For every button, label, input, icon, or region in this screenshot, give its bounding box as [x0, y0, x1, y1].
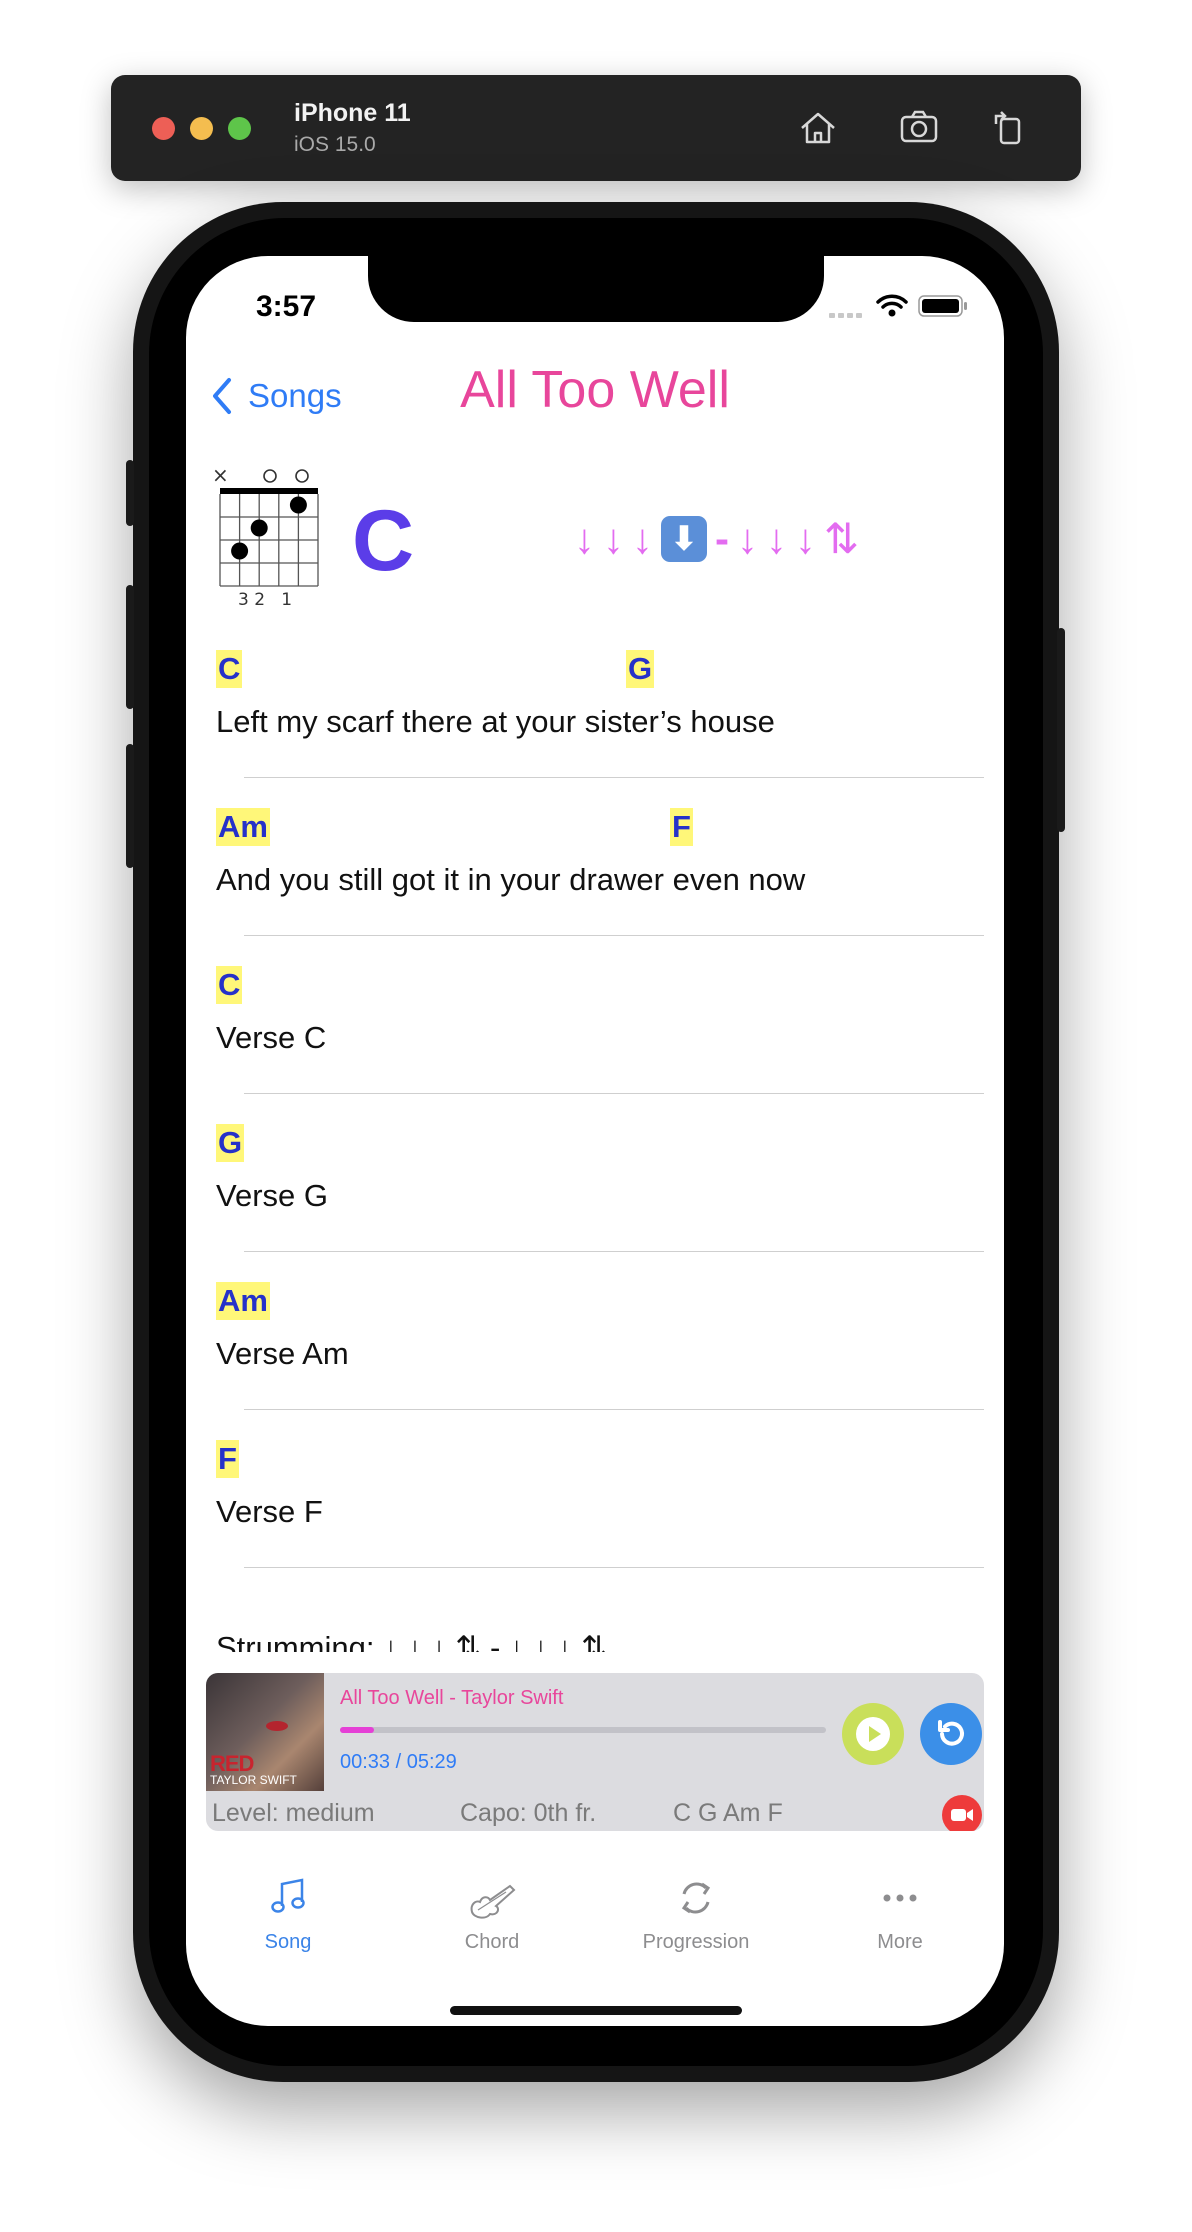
- notch: [368, 256, 824, 322]
- lyric-line: Verse Am: [216, 1336, 349, 1371]
- page-title: All Too Well: [460, 361, 730, 419]
- volume-up-button: [126, 585, 134, 709]
- device-name: iPhone 11: [294, 99, 411, 127]
- line-divider: [244, 777, 984, 778]
- tab-progression[interactable]: Progression: [626, 1876, 766, 1954]
- battery-icon: [918, 295, 968, 322]
- line-divider: [244, 1567, 984, 1568]
- mute-switch: [126, 460, 134, 526]
- play-icon: [856, 1717, 890, 1751]
- tab-song[interactable]: Song: [218, 1876, 358, 1954]
- lyric-line: Left my scarf there at your sister’s hou…: [216, 704, 775, 739]
- strum-rest: -: [715, 514, 729, 562]
- line-divider: [244, 1093, 984, 1094]
- strum-down-4: ↓: [737, 514, 758, 562]
- tab-chord[interactable]: Chord: [422, 1876, 562, 1954]
- svg-text:×: ×: [212, 463, 229, 487]
- strum-updown: ⇅: [824, 515, 860, 562]
- chord-tag[interactable]: F: [670, 808, 693, 846]
- record-video-button[interactable]: [942, 1795, 982, 1831]
- cellular-icon: [829, 306, 865, 324]
- line-divider: [244, 1409, 984, 1410]
- screenshot-icon[interactable]: [893, 102, 945, 154]
- cycle-icon: [681, 1882, 711, 1914]
- power-button: [1057, 628, 1065, 832]
- rotate-icon[interactable]: [983, 102, 1035, 154]
- wifi-icon: [875, 292, 909, 323]
- finger-numbers: 3 2 1: [238, 590, 292, 610]
- app-screen: 3:57 Songs All Too Well × 3 2 1 C ↓ ↓ ↓ …: [186, 256, 1004, 2026]
- strumming-line: Strumming: ↓ ↓ ↓ ⇅ - ↓ ↓ ↓ ⇅: [216, 1630, 608, 1652]
- mini-player[interactable]: RED TAYLOR SWIFT All Too Well - Taylor S…: [206, 1673, 984, 1831]
- close-window-button[interactable]: [152, 117, 175, 140]
- track-title: All Too Well - Taylor Swift: [340, 1687, 564, 1709]
- video-camera-icon: [951, 1809, 973, 1821]
- music-note-icon: [271, 1878, 305, 1913]
- simulator-toolbar: iPhone 11 iOS 15.0: [111, 75, 1081, 181]
- os-version: iOS 15.0: [294, 133, 376, 156]
- chord-tag[interactable]: Am: [216, 808, 270, 846]
- progress-fill: [340, 1727, 375, 1733]
- home-icon[interactable]: [792, 102, 844, 154]
- progress-bar[interactable]: [340, 1727, 826, 1733]
- tab-label: Progression: [642, 1931, 750, 1953]
- replay-icon: [938, 1720, 964, 1746]
- tab-more[interactable]: More: [830, 1876, 970, 1954]
- level-label: Level: medium: [212, 1799, 375, 1827]
- chord-diagram[interactable]: × 3 2 1: [210, 462, 322, 617]
- play-button[interactable]: [842, 1703, 904, 1765]
- lyric-line: Verse G: [216, 1178, 328, 1213]
- strum-pattern[interactable]: ↓ ↓ ↓ ⬇ - ↓ ↓ ↓ ⇅: [574, 514, 859, 563]
- tab-label: More: [877, 1931, 923, 1953]
- line-divider: [244, 1251, 984, 1252]
- tab-label: Song: [264, 1931, 312, 1953]
- album-cover: RED TAYLOR SWIFT: [206, 1673, 324, 1791]
- strum-down-3: ↓: [632, 514, 653, 562]
- accent-down-icon: ⬇: [661, 515, 707, 562]
- line-divider: [244, 935, 984, 936]
- chord-tag[interactable]: G: [626, 650, 655, 688]
- zoom-window-button[interactable]: [228, 117, 251, 140]
- strum-down-6: ↓: [795, 514, 816, 562]
- chord-list: C G Am F: [673, 1799, 783, 1827]
- ellipsis-icon: [883, 1894, 917, 1902]
- lyric-line: Verse C: [216, 1020, 327, 1055]
- guitar-icon: [470, 1884, 516, 1919]
- strum-down-5: ↓: [766, 514, 787, 562]
- tab-label: Chord: [464, 1931, 520, 1953]
- current-chord: C: [352, 493, 415, 589]
- playback-time: 00:33 / 05:29: [340, 1751, 457, 1773]
- minimize-window-button[interactable]: [190, 117, 213, 140]
- chord-tag[interactable]: F: [216, 1440, 239, 1478]
- replay-button[interactable]: [920, 1703, 982, 1765]
- chord-tag[interactable]: C: [216, 650, 243, 688]
- strum-down-1: ↓: [574, 514, 595, 562]
- chord-tag[interactable]: G: [216, 1124, 245, 1162]
- home-indicator[interactable]: [450, 2006, 742, 2015]
- lyric-line: Verse F: [216, 1494, 323, 1529]
- cover-artist: TAYLOR SWIFT: [210, 1773, 297, 1787]
- status-time: 3:57: [256, 290, 317, 323]
- volume-down-button: [126, 744, 134, 868]
- capo-label: Capo: 0th fr.: [460, 1799, 597, 1827]
- chord-tag[interactable]: C: [216, 966, 243, 1004]
- strum-down-2: ↓: [603, 514, 624, 562]
- chord-tag[interactable]: Am: [216, 1282, 270, 1320]
- lyric-line: And you still got it in your drawer even…: [216, 862, 806, 897]
